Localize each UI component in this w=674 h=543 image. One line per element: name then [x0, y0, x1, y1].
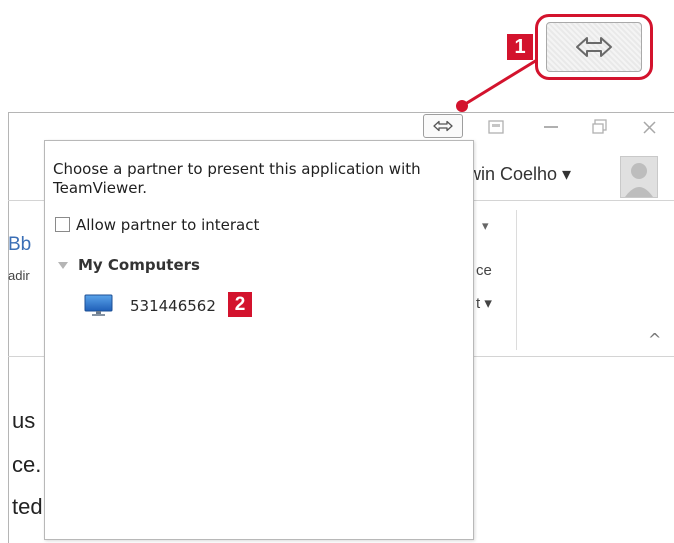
share-arrows-icon: [433, 120, 453, 132]
account-name[interactable]: rwin Coelho ▾: [462, 164, 571, 185]
allow-interact-checkbox[interactable]: [55, 217, 70, 232]
ribbon-group-separator: [516, 210, 517, 350]
styles-gallery-sample[interactable]: Bb: [8, 234, 31, 256]
ribbon-dropdown-arrow[interactable]: ▾: [482, 218, 489, 234]
my-computers-group[interactable]: My Computers: [78, 256, 200, 274]
styles-gallery-caption: adir: [8, 268, 30, 283]
allow-interact-label[interactable]: Allow partner to interact: [76, 216, 259, 234]
minimize-button[interactable]: [544, 126, 558, 128]
collapse-ribbon-button[interactable]: ^: [648, 330, 661, 349]
share-instructions: Choose a partner to present this applica…: [53, 160, 421, 197]
step-badge-2: 2: [228, 292, 252, 317]
teamviewer-share-button[interactable]: [423, 114, 463, 138]
computer-entry[interactable]: [84, 294, 114, 323]
teamviewer-share-panel: [44, 140, 474, 540]
computer-id-label[interactable]: 531446562: [130, 297, 216, 315]
document-text-fragment: us: [12, 408, 36, 433]
user-silhouette-icon: [625, 163, 653, 197]
restore-icon: [592, 119, 607, 134]
ribbon-display-icon: [488, 120, 504, 134]
restore-button[interactable]: [592, 119, 608, 140]
document-text-fragment: ted: [12, 494, 43, 519]
close-icon: [643, 121, 656, 134]
expand-triangle-icon[interactable]: [58, 262, 68, 269]
ribbon-command-fragment-2[interactable]: t ▾: [476, 294, 492, 312]
monitor-icon: [84, 294, 113, 316]
document-text-fragment: ce.: [12, 452, 42, 477]
ribbon-command-fragment[interactable]: ce: [476, 262, 492, 279]
ribbon-display-options-button[interactable]: [488, 120, 504, 139]
close-button[interactable]: [642, 120, 658, 141]
avatar[interactable]: [620, 156, 658, 198]
